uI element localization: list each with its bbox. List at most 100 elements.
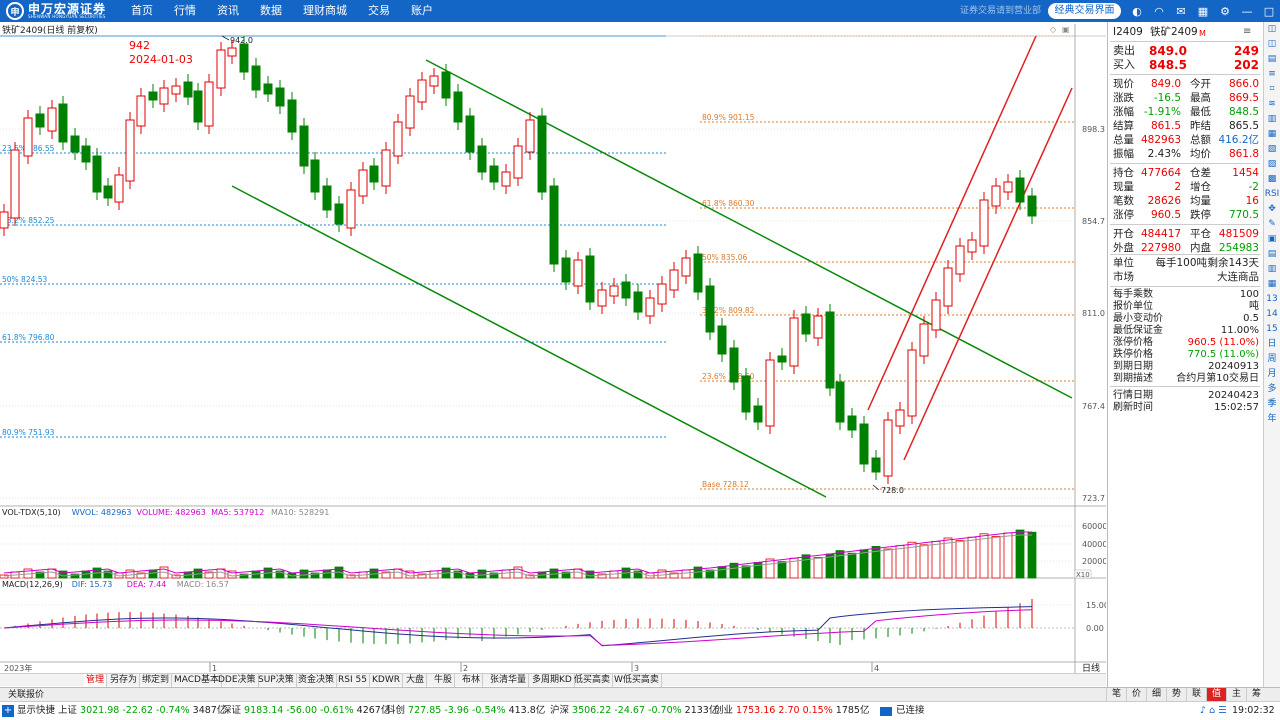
tool-icon[interactable]: ◫ (1264, 37, 1280, 52)
period-button-1[interactable]: 14 (1264, 307, 1280, 322)
period-button-2[interactable]: 15 (1264, 322, 1280, 337)
settings-small-icon[interactable]: ▣ (1062, 25, 1070, 34)
message-icon[interactable]: ✉ (1173, 3, 1189, 19)
stat-label: 增仓 (1190, 181, 1211, 193)
diamond-icon[interactable]: ◇ (1050, 25, 1057, 34)
minimize-icon[interactable]: — (1239, 3, 1255, 19)
tool-icon[interactable]: ▨ (1264, 157, 1280, 172)
indicator-tab-9[interactable]: 大盘 (404, 674, 428, 687)
tool-icon[interactable]: ▤ (1264, 247, 1280, 262)
period-button-0[interactable]: 13 (1264, 292, 1280, 307)
tool-icon[interactable]: ▤ (1264, 52, 1280, 67)
tool-icon[interactable]: ⌗ (1264, 82, 1280, 97)
period-button-8[interactable]: 年 (1264, 412, 1280, 427)
fib-right-label-2: 61.8% 860.30 (702, 199, 755, 208)
nav-trade[interactable]: 交易 (357, 0, 400, 22)
nav-data[interactable]: 数据 (249, 0, 292, 22)
theme-icon[interactable]: ◐ (1129, 3, 1145, 19)
tool-icon[interactable]: ▦ (1264, 277, 1280, 292)
period-button-3[interactable]: 日 (1264, 337, 1280, 352)
indicator-tab-14[interactable]: 低买高卖 (572, 674, 614, 687)
tool-icon[interactable]: ▥ (1264, 262, 1280, 277)
index-item[interactable]: 上证 3021.98 -22.62 -0.74% 3487亿 (58, 702, 226, 720)
panel-tab-0[interactable]: 笔 (1106, 688, 1126, 701)
index-item[interactable]: 科创 727.85 -3.96 -0.54% 413.8亿 (386, 702, 545, 720)
candle-body (967, 239, 977, 253)
stat-label: 均价 (1190, 148, 1211, 160)
vol-axis-label-1: 60000 (1082, 522, 1106, 531)
volume-bar (813, 557, 823, 579)
tool-icon[interactable]: ▩ (1264, 172, 1280, 187)
kline-chart[interactable]: 23.6% 886.55 38.2% 852.25 50% 824.53 61.… (0, 22, 1106, 673)
tool-icon[interactable]: ◫ (1264, 22, 1280, 37)
nav-account[interactable]: 账户 (400, 0, 443, 22)
window-controls: ◐ ◠ ✉ ▦ ⚙ — □ ✕ (1129, 3, 1280, 19)
indicator-tab-3[interactable]: MACD基本 (172, 674, 222, 687)
period-label[interactable]: 日线 (1082, 662, 1100, 673)
nav-wealth-mall[interactable]: 理财商城 (292, 0, 357, 22)
indicator-tab-11[interactable]: 布林 (460, 674, 484, 687)
maximize-icon[interactable]: □ (1261, 3, 1277, 19)
panel-tab-3[interactable]: 势 (1166, 688, 1186, 701)
nav-home[interactable]: 首页 (120, 0, 163, 22)
index-item[interactable]: 深证 9183.14 -56.00 -0.61% 4267亿 (222, 702, 390, 720)
candle-body (159, 87, 169, 105)
nav-news[interactable]: 资讯 (206, 0, 249, 22)
indicator-tab-6[interactable]: 资金决策 (296, 674, 338, 687)
tool-icon[interactable]: RSI (1264, 187, 1280, 202)
tool-icon[interactable]: ▥ (1264, 112, 1280, 127)
period-button-5[interactable]: 月 (1264, 367, 1280, 382)
plus-icon[interactable]: + (2, 705, 14, 717)
toggle-shortcut[interactable]: 显示快捷 (17, 702, 55, 720)
period-button-4[interactable]: 周 (1264, 352, 1280, 367)
period-button-7[interactable]: 季 (1264, 397, 1280, 412)
tool-icon[interactable]: ✥ (1264, 202, 1280, 217)
panel-menu-icon[interactable]: ≡ (1243, 25, 1251, 39)
trend-line-upper-green[interactable] (425, 59, 1073, 399)
date-axis-label-1: 2023年 (4, 663, 32, 673)
panel-tab-7[interactable]: 筹 (1246, 688, 1266, 701)
indicator-tab-4[interactable]: DDE决策 (216, 674, 259, 687)
indicator-tab-5[interactable]: SUP决策 (256, 674, 297, 687)
info-row: 到期描述 合约月第10交易日 (1113, 372, 1259, 386)
period-button-6[interactable]: 多 (1264, 382, 1280, 397)
tool-icon[interactable]: ▣ (1264, 232, 1280, 247)
indicator-tab-0[interactable]: 管理 (84, 674, 108, 687)
tool-icon[interactable]: ▧ (1264, 142, 1280, 157)
panel-tab-5[interactable]: 值 (1206, 688, 1226, 701)
stat-label: 平仓 (1190, 228, 1211, 240)
index-item[interactable]: 沪深 3506.22 -24.67 -0.70% 2133亿 (550, 702, 718, 720)
bid-row: 买入 848.5 202 (1113, 58, 1259, 72)
nav-market[interactable]: 行情 (163, 0, 206, 22)
panel-tab-4[interactable]: 联 (1186, 688, 1206, 701)
panel-tab-6[interactable]: 主 (1226, 688, 1246, 701)
vol-legend-item-3: MA5: 537912 (211, 508, 264, 517)
related-quote-label[interactable]: 关联报价 (8, 688, 44, 702)
classic-trade-button[interactable]: 经典交易界面 (1048, 3, 1121, 19)
grid-icon[interactable]: ▦ (1195, 3, 1211, 19)
tool-icon[interactable]: ✎ (1264, 217, 1280, 232)
panel-tab-2[interactable]: 细 (1146, 688, 1166, 701)
indicator-tab-7[interactable]: RSI 55 (336, 674, 370, 687)
candle-body (681, 257, 691, 277)
stat-label: 总额 (1190, 134, 1211, 146)
headset-icon[interactable]: ◠ (1151, 3, 1167, 19)
status-icons[interactable]: ♪ ⌂ ☰ (1200, 702, 1227, 720)
indicator-tab-13[interactable]: 多周期KD (530, 674, 575, 687)
indicator-tab-15[interactable]: W低买高卖 (612, 674, 662, 687)
index-ticker: 上证 3021.98 -22.62 -0.74% 3487亿 深证 9183.14… (58, 702, 878, 720)
indicator-tab-10[interactable]: 牛股 (432, 674, 456, 687)
stat-row: 开仓 484417 平仓 481509 (1113, 227, 1259, 241)
panel-tab-1[interactable]: 价 (1126, 688, 1146, 701)
indicator-tab-2[interactable]: 绑定到 (140, 674, 173, 687)
tool-icon[interactable]: ≡ (1264, 67, 1280, 82)
vol-unit: X10 (1076, 571, 1090, 579)
indicator-tab-8[interactable]: KDWR (370, 674, 403, 687)
tool-icon[interactable]: ≋ (1264, 97, 1280, 112)
tool-icon[interactable]: ▦ (1264, 127, 1280, 142)
volume-bar (657, 569, 667, 579)
index-item[interactable]: 创业 1753.16 2.70 0.15% 1785亿 (714, 702, 869, 720)
indicator-tab-12[interactable]: 张清华量 (488, 674, 530, 687)
gear-icon[interactable]: ⚙ (1217, 3, 1233, 19)
indicator-tab-1[interactable]: 另存为 (108, 674, 141, 687)
